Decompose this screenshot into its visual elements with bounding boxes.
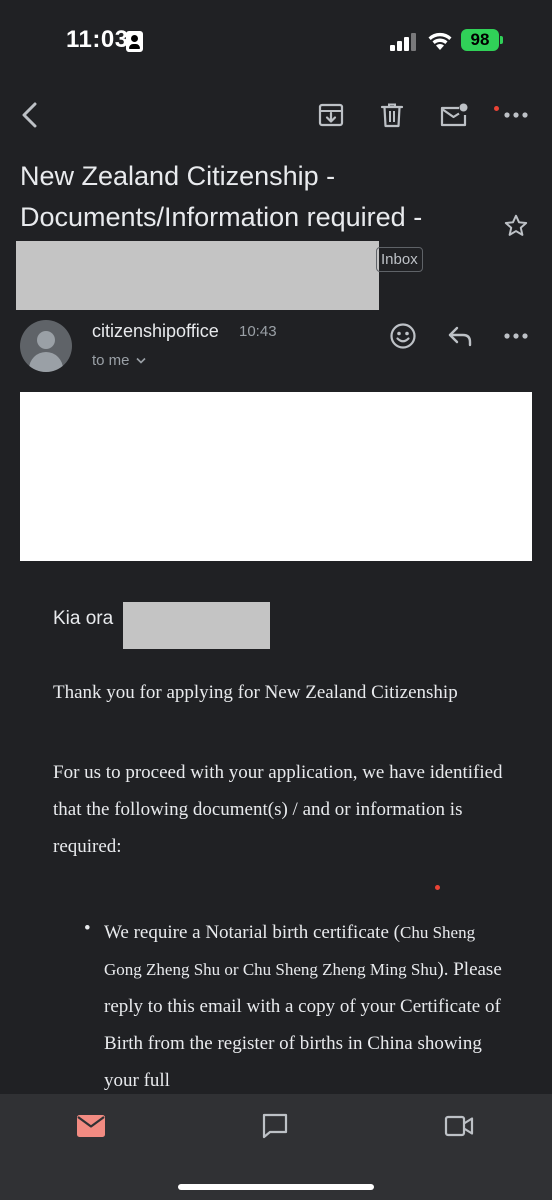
chat-tab[interactable] bbox=[245, 1102, 305, 1150]
wifi-icon bbox=[426, 29, 454, 51]
star-icon bbox=[504, 214, 528, 236]
more-horizontal-icon bbox=[504, 333, 528, 339]
more-options-button[interactable] bbox=[494, 90, 538, 140]
delete-button[interactable] bbox=[370, 90, 414, 140]
email-screen: 11:03 98 New Zealand Citizenship - Docum… bbox=[0, 0, 552, 1200]
mark-unread-icon bbox=[440, 103, 468, 127]
body-paragraph-1: Thank you for applying for New Zealand C… bbox=[53, 682, 458, 703]
reply-icon bbox=[448, 326, 472, 347]
message-more-button[interactable] bbox=[494, 316, 538, 356]
sender-name[interactable]: citizenshipoffice bbox=[92, 321, 219, 342]
cellular-signal-icon bbox=[390, 31, 418, 51]
bullet-item-1: We require a Notarial birth certificate … bbox=[104, 914, 504, 1099]
greeting: Kia ora bbox=[53, 608, 114, 629]
mail-tab[interactable] bbox=[61, 1102, 121, 1150]
more-horizontal-icon bbox=[504, 112, 528, 118]
email-subject: New Zealand Citizenship - Documents/Info… bbox=[20, 161, 423, 232]
redacted-subject bbox=[16, 241, 379, 310]
mail-icon bbox=[77, 1115, 105, 1137]
star-button[interactable] bbox=[498, 208, 534, 244]
chat-icon bbox=[262, 1113, 288, 1139]
battery-indicator: 98 bbox=[461, 29, 499, 51]
video-icon bbox=[444, 1115, 474, 1137]
trash-icon bbox=[380, 103, 404, 128]
back-button[interactable] bbox=[8, 90, 52, 140]
sender-avatar[interactable] bbox=[20, 320, 72, 372]
email-time: 10:43 bbox=[239, 323, 277, 340]
mark-unread-button[interactable] bbox=[432, 90, 476, 140]
home-indicator[interactable] bbox=[178, 1184, 374, 1190]
status-bar: 11:03 98 bbox=[0, 0, 552, 84]
email-toolbar bbox=[0, 90, 552, 140]
avatar-head bbox=[37, 331, 55, 349]
battery-cap bbox=[500, 36, 503, 44]
bullet-text-1a: We require a Notarial birth certificate … bbox=[104, 922, 400, 943]
status-time: 11:03 bbox=[66, 26, 129, 53]
contact-card-icon bbox=[126, 31, 143, 52]
archive-button[interactable] bbox=[309, 90, 353, 140]
recipient-label: to me bbox=[92, 352, 130, 369]
avatar-body bbox=[29, 352, 63, 372]
recipient-details[interactable]: to me bbox=[92, 352, 146, 369]
body-paragraph-2: For us to proceed with your application,… bbox=[53, 762, 503, 857]
back-arrow-icon bbox=[22, 102, 37, 128]
archive-icon bbox=[318, 103, 344, 127]
bullet-marker: • bbox=[84, 918, 91, 939]
emoji-reaction-icon bbox=[390, 323, 416, 349]
redacted-name bbox=[123, 602, 270, 649]
inbox-label-chip[interactable]: Inbox bbox=[376, 247, 423, 272]
emoji-reaction-button[interactable] bbox=[381, 316, 425, 356]
email-header-image bbox=[20, 392, 532, 561]
notification-dot bbox=[494, 106, 499, 111]
red-dot-marker bbox=[435, 885, 440, 890]
meet-tab[interactable] bbox=[429, 1102, 489, 1150]
reply-button[interactable] bbox=[438, 316, 482, 356]
chevron-down-icon bbox=[135, 357, 146, 364]
